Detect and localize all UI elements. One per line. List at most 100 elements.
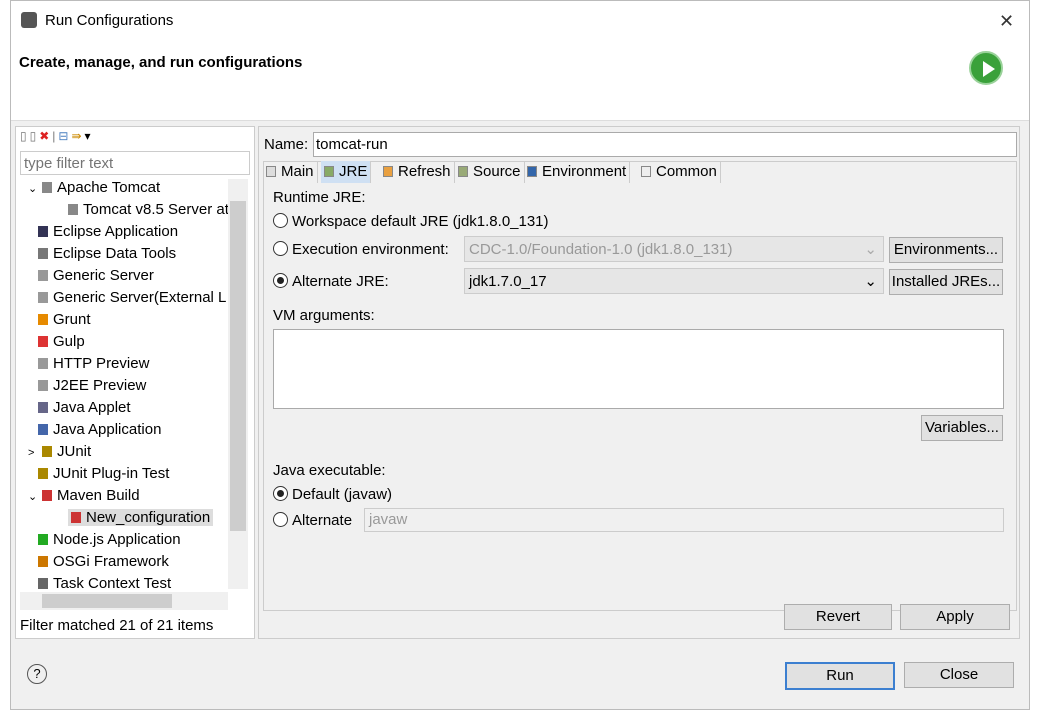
tab-main[interactable]: Main bbox=[263, 161, 318, 183]
tree-item[interactable]: Generic Server(External L bbox=[38, 289, 226, 306]
header-title: Create, manage, and run configurations bbox=[19, 54, 303, 71]
config-type-icon bbox=[38, 402, 48, 413]
revert-button[interactable]: Revert bbox=[784, 604, 892, 630]
execution-environment-radio[interactable]: Execution environment: bbox=[273, 241, 449, 258]
tree-item[interactable]: > JUnit bbox=[28, 443, 92, 460]
run-icon bbox=[969, 51, 1003, 85]
variables-button[interactable]: Variables... bbox=[921, 415, 1003, 441]
tab-icon bbox=[641, 166, 651, 177]
vm-arguments-input[interactable] bbox=[273, 329, 1004, 409]
tree-item[interactable]: HTTP Preview bbox=[38, 355, 149, 372]
tree-item-label: Gulp bbox=[53, 333, 85, 350]
dialog-header: Create, manage, and run configurations bbox=[11, 41, 1029, 121]
config-type-icon bbox=[38, 358, 48, 369]
filter-status: Filter matched 21 of 21 items bbox=[20, 617, 214, 634]
tree-item-label: Grunt bbox=[53, 311, 91, 328]
tree-item-label: Tomcat v8.5 Server at bbox=[83, 201, 229, 218]
window-title: Run Configurations bbox=[45, 12, 174, 29]
new-config-icon[interactable]: ▯ bbox=[20, 129, 30, 143]
run-button[interactable]: Run bbox=[785, 662, 895, 690]
tree-item-label: JUnit bbox=[57, 443, 92, 460]
tab-icon bbox=[266, 166, 276, 177]
tab-refresh[interactable]: Refresh bbox=[380, 161, 455, 183]
duplicate-icon[interactable]: ▯ bbox=[30, 129, 40, 143]
app-icon bbox=[21, 12, 37, 28]
alternate-jre-radio[interactable]: Alternate JRE: bbox=[273, 273, 389, 290]
expand-toggle-icon[interactable]: ⌄ bbox=[28, 490, 42, 503]
tab-source[interactable]: Source bbox=[455, 161, 525, 183]
tree-item-label: OSGi Framework bbox=[53, 553, 169, 570]
filter-icon[interactable]: ⇛ bbox=[71, 129, 84, 143]
alternate-executable-input[interactable]: javaw bbox=[364, 508, 1004, 532]
alternate-executable-radio[interactable]: Alternate bbox=[273, 512, 352, 529]
tree-item[interactable]: Tomcat v8.5 Server at bbox=[68, 201, 229, 218]
config-type-icon bbox=[38, 380, 48, 391]
filter-input[interactable] bbox=[20, 151, 250, 175]
name-label: Name: bbox=[264, 136, 309, 153]
tree-item-label: New_configuration bbox=[86, 509, 211, 526]
config-type-icon bbox=[38, 556, 48, 567]
tab-environment[interactable]: Environment bbox=[524, 161, 631, 183]
tree-item-label: Maven Build bbox=[57, 487, 140, 504]
tree-item-label: Apache Tomcat bbox=[57, 179, 161, 196]
installed-jres-button[interactable]: Installed JREs... bbox=[889, 269, 1003, 295]
config-type-icon bbox=[38, 292, 48, 303]
tree-item[interactable]: Eclipse Data Tools bbox=[38, 245, 176, 262]
tree-item[interactable]: JUnit Plug-in Test bbox=[38, 465, 169, 482]
alternate-jre-select[interactable]: jdk1.7.0_17 ⌄ bbox=[464, 268, 884, 294]
tree-item-label: Generic Server bbox=[53, 267, 154, 284]
tree-item-label: HTTP Preview bbox=[53, 355, 150, 372]
help-icon[interactable]: ? bbox=[27, 664, 47, 684]
tree-item[interactable]: Generic Server bbox=[38, 267, 154, 284]
dropdown-icon[interactable]: ▾ bbox=[85, 129, 94, 143]
tree-item[interactable]: Gulp bbox=[38, 333, 85, 350]
close-icon[interactable]: ✕ bbox=[999, 11, 1014, 32]
config-type-icon bbox=[38, 468, 48, 479]
tree-item[interactable]: ⌄ Apache Tomcat bbox=[28, 179, 161, 196]
config-type-icon bbox=[71, 512, 81, 523]
execution-environment-select[interactable]: CDC-1.0/Foundation-1.0 (jdk1.8.0_131) ⌄ bbox=[464, 236, 884, 262]
tree-item-label: JUnit Plug-in Test bbox=[53, 465, 170, 482]
title-bar: Run Configurations ✕ bbox=[11, 1, 1029, 41]
tab-icon bbox=[458, 166, 468, 177]
vertical-scrollbar[interactable] bbox=[228, 179, 248, 589]
tree-item-label: J2EE Preview bbox=[53, 377, 147, 394]
config-type-icon bbox=[38, 314, 48, 325]
tree-item[interactable]: Eclipse Application bbox=[38, 223, 178, 240]
tree-item[interactable]: Task Context Test bbox=[38, 575, 171, 592]
config-tree-panel: ▯▯✖|⊟⇛▾ ⌄ Apache Tomcat Tomcat v8.5 Server… bbox=[15, 126, 255, 639]
horizontal-scrollbar[interactable] bbox=[20, 592, 228, 610]
tab-jre[interactable]: JRE bbox=[321, 161, 372, 183]
config-type-icon bbox=[42, 490, 52, 501]
tab-icon bbox=[324, 166, 334, 177]
scroll-thumb[interactable] bbox=[230, 201, 246, 531]
default-javaw-radio[interactable]: Default (javaw) bbox=[273, 486, 392, 503]
tree-item-label: Eclipse Application bbox=[53, 223, 179, 240]
tree-item[interactable]: OSGi Framework bbox=[38, 553, 169, 570]
tree-item[interactable]: ⌄ Maven Build bbox=[28, 487, 140, 504]
tree-item-label: Node.js Application bbox=[53, 531, 181, 548]
tree-item[interactable]: J2EE Preview bbox=[38, 377, 146, 394]
name-input[interactable] bbox=[313, 132, 1017, 157]
config-type-icon bbox=[38, 226, 48, 237]
tree-item[interactable]: Grunt bbox=[38, 311, 91, 328]
tab-common[interactable]: Common bbox=[638, 161, 721, 183]
apply-button[interactable]: Apply bbox=[900, 604, 1010, 630]
runtime-jre-label: Runtime JRE: bbox=[273, 189, 366, 206]
delete-icon[interactable]: ✖ bbox=[39, 129, 52, 143]
config-type-icon bbox=[42, 446, 52, 457]
close-button[interactable]: Close bbox=[904, 662, 1014, 688]
tree-item[interactable]: New_configuration bbox=[68, 509, 214, 526]
tree-item[interactable]: Java Application bbox=[38, 421, 161, 438]
tree-item[interactable]: Java Applet bbox=[38, 399, 131, 416]
workspace-default-radio[interactable]: Workspace default JRE (jdk1.8.0_131) bbox=[273, 213, 549, 230]
collapse-all-icon[interactable]: ⊟ bbox=[58, 129, 71, 143]
tree-item-label: Task Context Test bbox=[53, 575, 172, 592]
expand-toggle-icon[interactable]: ⌄ bbox=[28, 182, 42, 195]
tree-item[interactable]: Node.js Application bbox=[38, 531, 181, 548]
tab-icon bbox=[383, 166, 393, 177]
environments-button[interactable]: Environments... bbox=[889, 237, 1003, 263]
config-type-icon bbox=[38, 248, 48, 259]
tab-icon bbox=[527, 166, 537, 177]
expand-toggle-icon[interactable]: > bbox=[28, 447, 42, 459]
